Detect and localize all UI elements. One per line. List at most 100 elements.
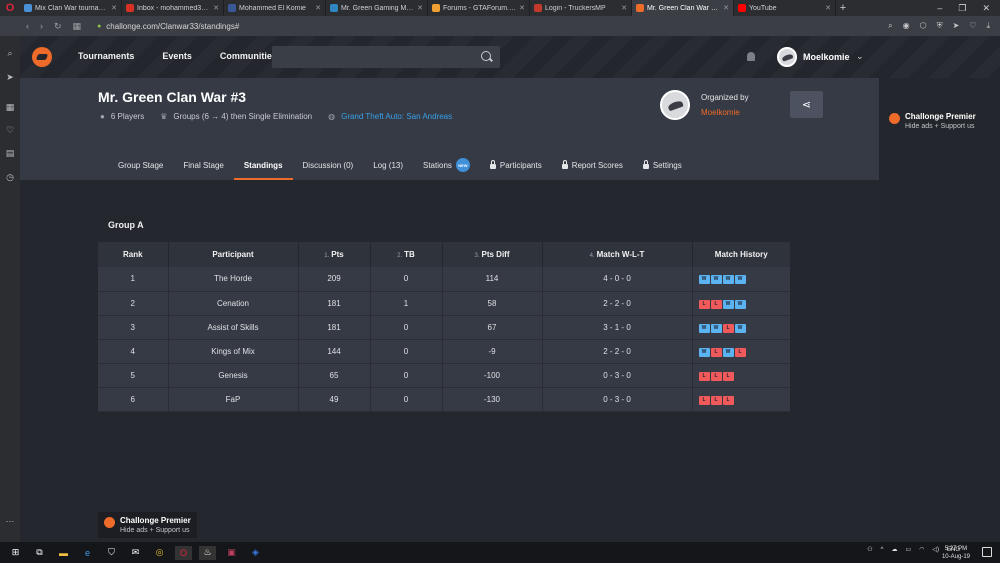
participant-cell[interactable]: The Horde (168, 267, 299, 292)
tab-report-scores[interactable]: Report Scores (552, 150, 633, 180)
mail-icon[interactable]: ✉ (127, 546, 144, 560)
close-tab-icon[interactable]: ✕ (621, 4, 627, 12)
forward-icon[interactable]: › (40, 21, 43, 32)
chevron-down-icon[interactable]: ⌄ (856, 51, 864, 62)
challonge-logo-icon[interactable] (32, 47, 52, 67)
shield-icon[interactable]: ⛨ (937, 21, 943, 31)
win-badge[interactable]: W (710, 323, 722, 333)
edge-icon[interactable]: e (79, 546, 96, 560)
cloud-icon[interactable]: ☁ (891, 546, 897, 553)
chevron-up-icon[interactable]: ^ (881, 547, 884, 553)
clock[interactable]: 5:27 PM 10-Aug-19 (942, 545, 970, 561)
win-badge[interactable]: W (698, 323, 710, 333)
opera-menu-icon[interactable]: O (0, 0, 20, 16)
battery-icon[interactable]: ▭ (905, 546, 911, 553)
new-tab-button[interactable]: + (836, 2, 850, 14)
win-badge[interactable]: W (698, 275, 710, 285)
loss-badge[interactable]: L (710, 299, 722, 309)
close-tab-icon[interactable]: ✕ (417, 4, 423, 12)
tab-stations[interactable]: Stations NEW (413, 150, 480, 180)
browser-tab[interactable]: Mr. Green Clan War #3 - St✕ (632, 0, 734, 16)
win-badge[interactable]: W (710, 275, 722, 285)
premier-promo-side[interactable]: Challonge Premier Hide ads + Support us (883, 108, 982, 134)
loss-badge[interactable]: L (722, 371, 734, 381)
close-tab-icon[interactable]: ✕ (825, 4, 831, 12)
reload-icon[interactable]: ↻ (54, 21, 62, 32)
loss-badge[interactable]: L (722, 323, 734, 333)
heart-icon[interactable]: ♡ (969, 21, 976, 31)
tab-group-stage[interactable]: Group Stage (108, 150, 173, 180)
avatar[interactable] (777, 47, 797, 67)
tab-participants[interactable]: Participants (480, 150, 552, 180)
close-window-icon[interactable]: ✕ (982, 3, 990, 14)
participant-cell[interactable]: Genesis (168, 363, 299, 388)
browser-tab[interactable]: Mix Clan War tournament c✕ (20, 0, 122, 16)
notifications-icon[interactable] (982, 547, 992, 557)
tab-final-stage[interactable]: Final Stage (173, 150, 233, 180)
download-icon[interactable]: ⤓ (986, 21, 990, 31)
search-input[interactable] (272, 46, 500, 68)
url-field[interactable]: ● challonge.com/Clanwar33/standings# (97, 22, 239, 31)
heart-icon[interactable]: ♡ (5, 125, 15, 135)
windows-start-icon[interactable]: ⊞ (7, 546, 24, 560)
restore-icon[interactable]: ❐ (958, 3, 966, 14)
tab-log-13[interactable]: Log (13) (363, 150, 413, 180)
loss-badge[interactable]: L (710, 371, 722, 381)
win-badge[interactable]: W (722, 275, 734, 285)
tab-settings[interactable]: Settings (633, 150, 692, 180)
participant-cell[interactable]: FaP (168, 387, 299, 412)
browser-tab[interactable]: Inbox - mohammed3103@✕ (122, 0, 224, 16)
premier-promo[interactable]: Challonge Premier Hide ads + Support us (98, 512, 197, 538)
app-icon[interactable]: ▣ (223, 546, 240, 560)
win-badge[interactable]: W (722, 299, 734, 309)
search-icon[interactable]: ⌕ (5, 48, 15, 58)
loss-badge[interactable]: L (710, 347, 722, 357)
file-explorer-icon[interactable]: ▬ (55, 546, 72, 560)
browser-tab[interactable]: Mohammed El Komie ✕ (224, 0, 326, 16)
opera-icon[interactable]: O (175, 545, 192, 560)
win-badge[interactable]: W (734, 299, 746, 309)
wifi-icon[interactable]: ◠ (919, 546, 924, 553)
share-button[interactable]: ⋖ (790, 91, 823, 118)
tab-discussion-0[interactable]: Discussion (0) (293, 150, 364, 180)
send-icon[interactable]: ➤ (5, 72, 15, 82)
browser-tab[interactable]: YouTube ✕ (734, 0, 836, 16)
loss-badge[interactable]: L (722, 395, 734, 405)
news-icon[interactable]: ▤ (5, 148, 15, 158)
search-icon[interactable] (481, 51, 491, 61)
rocket-league-icon[interactable]: ◈ (247, 546, 264, 560)
organizer-avatar[interactable] (660, 90, 690, 120)
loss-badge[interactable]: L (698, 395, 710, 405)
more-icon[interactable]: … (5, 514, 15, 524)
username[interactable]: Moelkomie (803, 52, 850, 62)
volume-icon[interactable]: ◁) (932, 546, 939, 553)
back-icon[interactable]: ‹ (26, 21, 29, 32)
vpn-icon[interactable]: ⬡ (920, 21, 927, 31)
nav-events[interactable]: Events (162, 51, 192, 61)
close-tab-icon[interactable]: ✕ (213, 4, 219, 12)
nav-communities[interactable]: Communities (220, 51, 277, 61)
speed-dial-icon[interactable]: ▦ (73, 21, 82, 32)
participant-cell[interactable]: Kings of Mix (168, 339, 299, 364)
participant-cell[interactable]: Cenation (168, 291, 299, 316)
win-badge[interactable]: W (722, 347, 734, 357)
browser-tab[interactable]: Login - TruckersMP ✕ (530, 0, 632, 16)
history-icon[interactable]: ◷ (5, 172, 15, 182)
close-tab-icon[interactable]: ✕ (111, 4, 117, 12)
minimize-icon[interactable]: – (937, 3, 942, 14)
browser-tab[interactable]: Forums - GTAForum.nl - Ho✕ (428, 0, 530, 16)
search-icon[interactable]: ⌕ (888, 21, 892, 31)
loss-badge[interactable]: L (698, 299, 710, 309)
close-tab-icon[interactable]: ✕ (315, 4, 321, 12)
loss-badge[interactable]: L (734, 347, 746, 357)
nav-tournaments[interactable]: Tournaments (78, 51, 134, 61)
store-icon[interactable]: ⛉ (103, 546, 120, 560)
close-tab-icon[interactable]: ✕ (519, 4, 525, 12)
game-link[interactable]: Grand Theft Auto: San Andreas (341, 112, 452, 121)
steam-icon[interactable]: ♨ (199, 545, 216, 560)
loss-badge[interactable]: L (698, 371, 710, 381)
loss-badge[interactable]: L (710, 395, 722, 405)
people-icon[interactable]: ⚇ (867, 546, 872, 553)
close-tab-icon[interactable]: ✕ (723, 4, 729, 12)
win-badge[interactable]: W (734, 275, 746, 285)
